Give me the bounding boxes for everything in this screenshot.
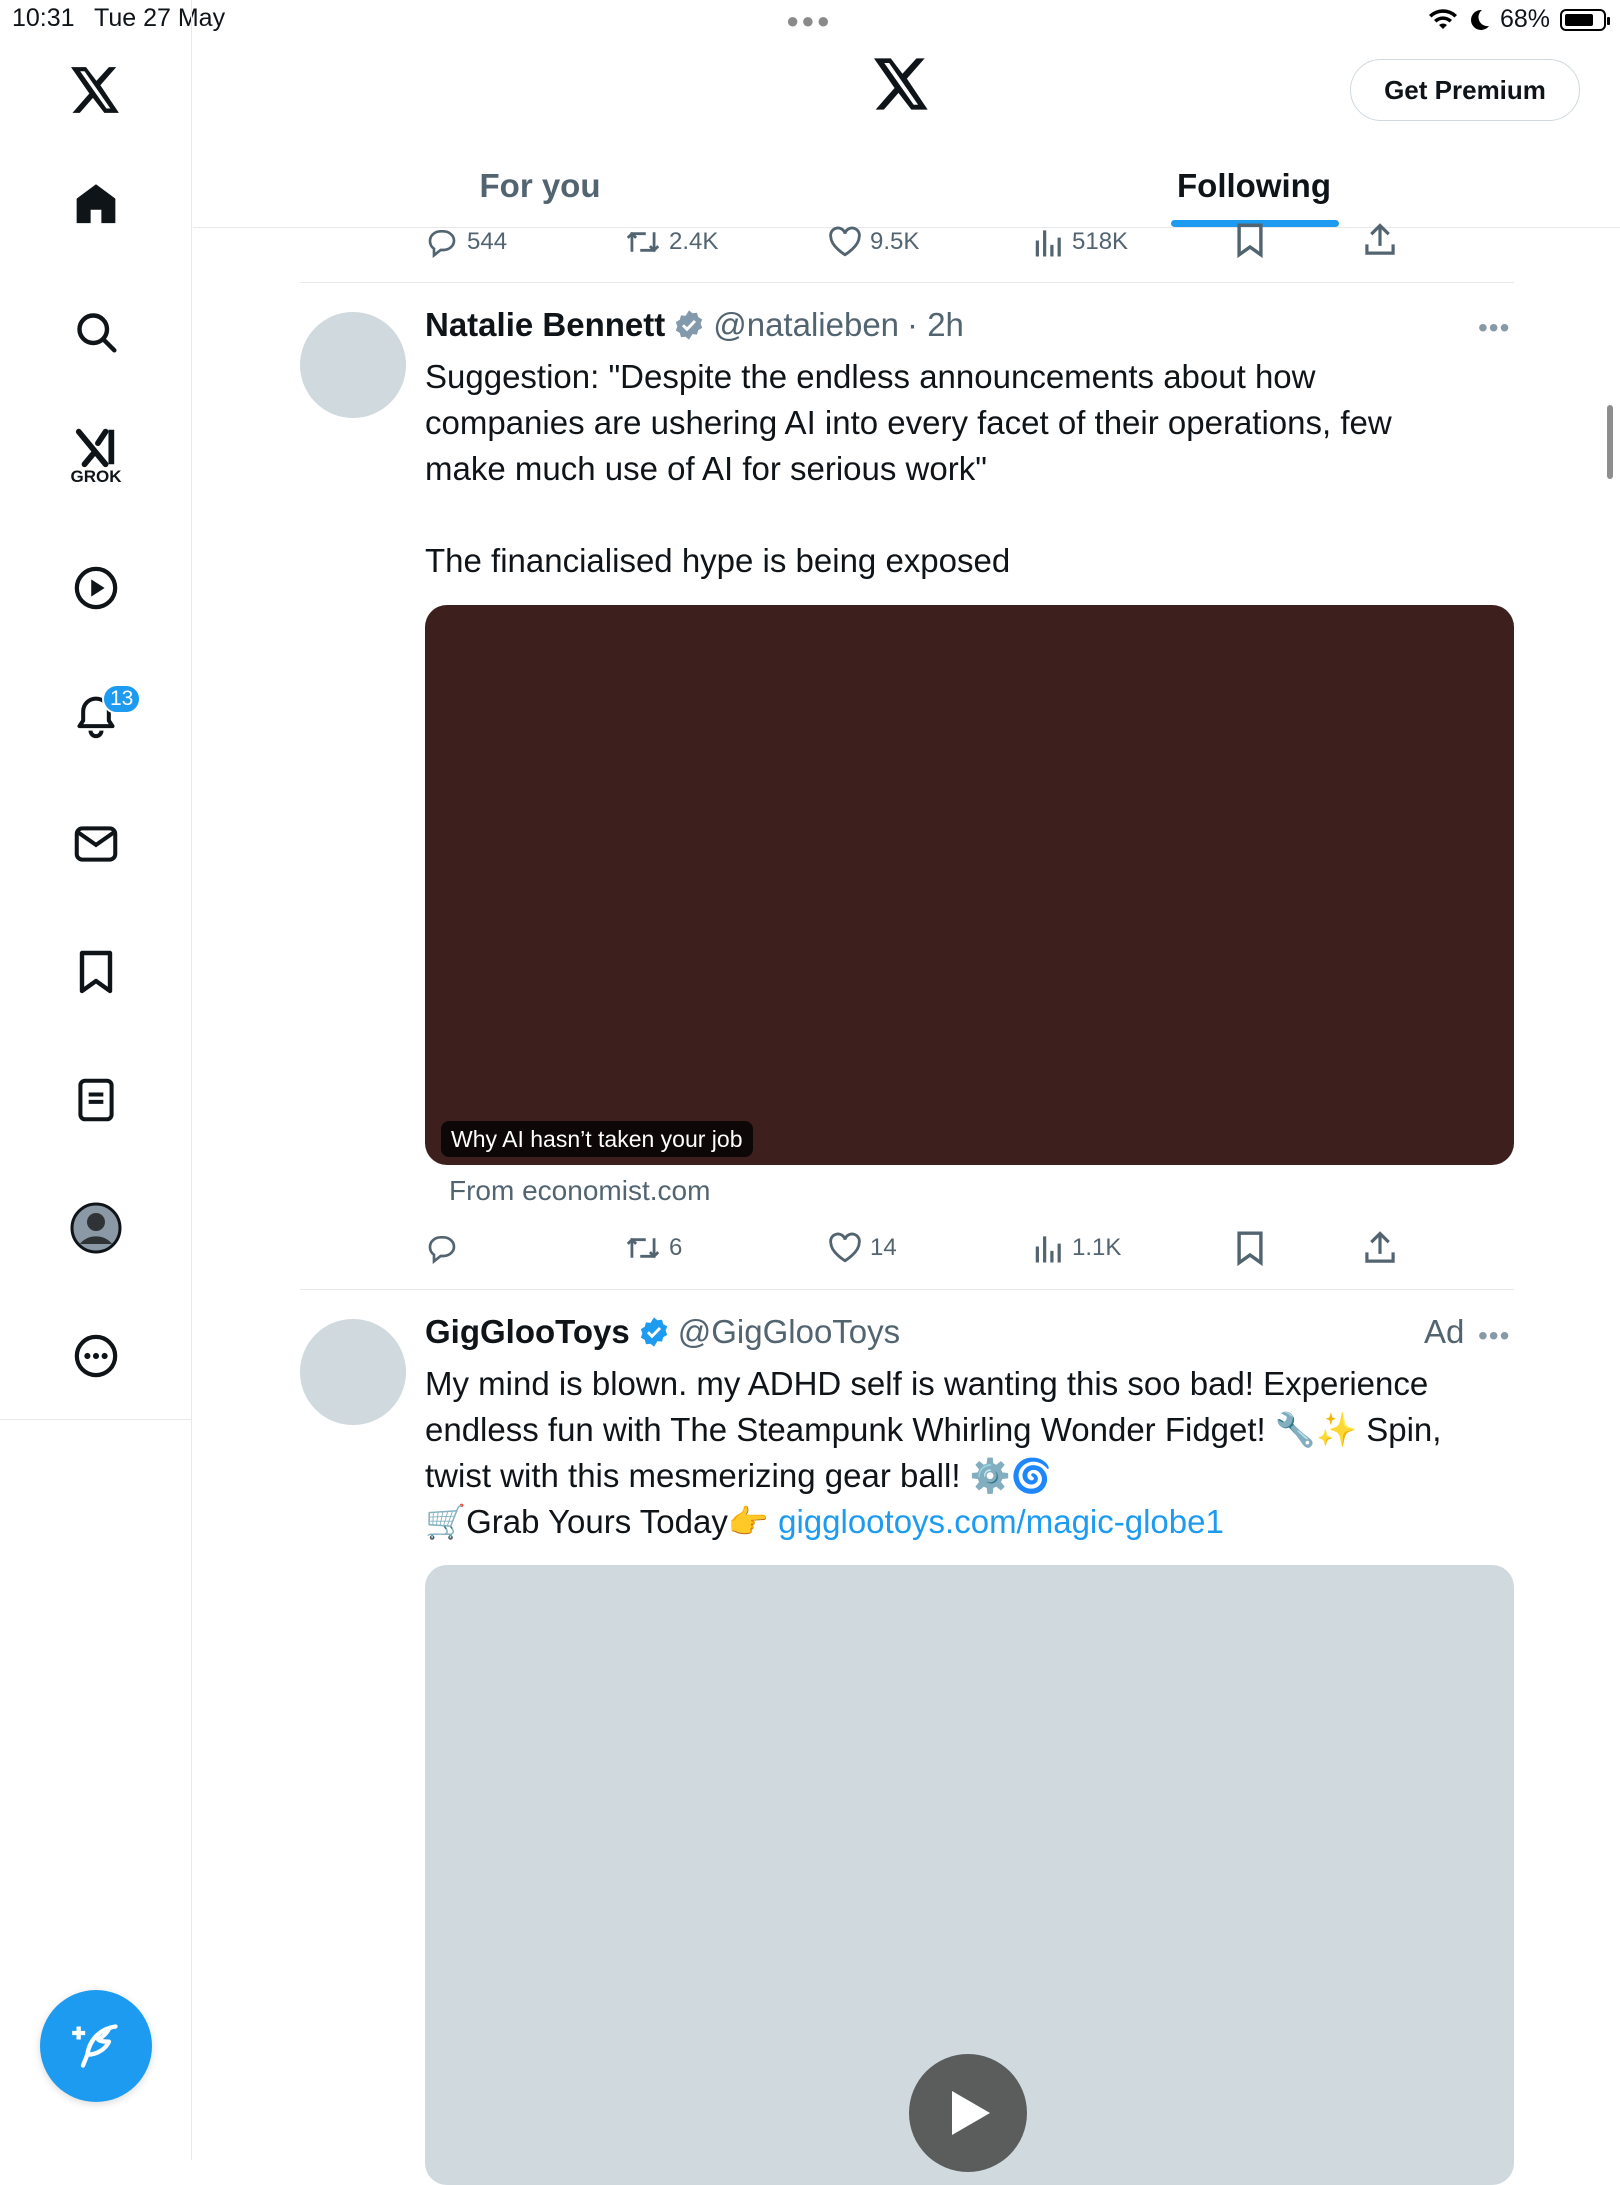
tab-following[interactable]: Following [1150, 158, 1358, 214]
tab-for-you[interactable]: For you [440, 158, 640, 214]
repost-icon [626, 1237, 660, 1259]
repost-count: 6 [669, 1234, 683, 1261]
like-count: 14 [870, 1234, 897, 1261]
sidebar-divider [0, 1419, 192, 1420]
verified-badge-icon [676, 310, 703, 340]
tweet-text-line: companies are ushering AI into every fac… [425, 404, 1392, 441]
bookmark-icon [1237, 223, 1263, 258]
x-logo-icon[interactable] [60, 54, 132, 126]
multitasking-dots-icon[interactable]: ●●● [786, 8, 832, 34]
repost-icon [626, 231, 660, 253]
heart-icon [829, 1232, 861, 1263]
share-icon [1365, 223, 1395, 255]
author-handle[interactable]: @GigGlooToys [678, 1313, 900, 1351]
more-options-icon[interactable] [60, 1320, 132, 1392]
header-x-logo-icon[interactable] [874, 58, 940, 124]
author-handle[interactable]: @natalieben [713, 306, 899, 344]
video-icon[interactable] [60, 552, 132, 624]
home-icon[interactable] [60, 168, 132, 240]
bookmark-button[interactable] [1236, 1230, 1264, 1266]
repost-button[interactable]: 2.4K [625, 226, 718, 258]
author-name[interactable]: GigGlooToys [425, 1313, 630, 1351]
sidebar: GROK 13 [0, 0, 192, 2160]
author-name[interactable]: Natalie Bennett [425, 306, 665, 344]
bookmark-button[interactable] [1236, 222, 1264, 258]
wifi-icon [1428, 8, 1457, 29]
grok-label: GROK [70, 467, 122, 486]
tweet-text: My mind is blown. my ADHD self is wantin… [425, 1361, 1525, 1545]
compose-feather-icon [72, 2024, 118, 2068]
tweet-text-line: endless fun with The Steampunk Whirling … [425, 1411, 1442, 1448]
verified-badge-icon [640, 1317, 667, 1347]
repost-button[interactable]: 6 [625, 1232, 682, 1264]
search-icon[interactable] [60, 296, 132, 368]
tweet-text-line: My mind is blown. my ADHD self is wantin… [425, 1365, 1429, 1402]
share-button[interactable] [1364, 1230, 1396, 1266]
tweet-text-line: Suggestion: "Despite the endless announc… [425, 358, 1316, 395]
share-icon [1365, 1231, 1395, 1263]
views-chart-icon [1035, 230, 1061, 257]
avatar[interactable] [300, 1319, 406, 1425]
link-card-caption: Why AI hasn’t taken your job [441, 1121, 753, 1157]
views-chart-icon [1035, 1236, 1061, 1263]
grok-icon [75, 428, 115, 468]
lists-icon[interactable] [60, 1064, 132, 1136]
like-button[interactable]: 9.5K [828, 226, 919, 258]
like-button[interactable]: 14 [828, 1232, 897, 1264]
like-count: 9.5K [870, 228, 920, 255]
repost-count: 2.4K [669, 228, 719, 255]
heart-icon [829, 226, 861, 257]
promo-link[interactable]: gigglootoys.com/magic-globe1 [778, 1503, 1224, 1540]
tweet-more-options-icon[interactable]: ••• [1478, 312, 1510, 344]
views-button[interactable]: 1.1K [1034, 1232, 1121, 1264]
messages-envelope-icon[interactable] [60, 808, 132, 880]
grok-nav[interactable]: GROK [60, 420, 132, 492]
reply-button[interactable] [425, 1232, 467, 1264]
tweet-time: · 2h [907, 306, 964, 343]
reply-count: 544 [467, 228, 508, 255]
moon-icon [1470, 9, 1489, 30]
avatar[interactable] [300, 312, 406, 418]
ad-label: Ad [1424, 1313, 1465, 1350]
bookmark-icon [1237, 1231, 1263, 1266]
profile-avatar-icon[interactable] [60, 1192, 132, 1264]
tweet-separator [300, 1289, 1514, 1290]
tweet-text-line: 🛒Grab Yours Today👉 gigglootoys.com/magic… [425, 1499, 1525, 1545]
tweet-text-line: The financialised hype is being exposed [425, 542, 1011, 579]
tweet-header: GigGlooToys @GigGlooToys [425, 1313, 900, 1351]
compose-post-button[interactable] [40, 1990, 152, 2102]
notifications-badge: 13 [102, 684, 142, 714]
tweet-more-options-icon[interactable]: ••• [1478, 1320, 1510, 1352]
reply-icon [428, 230, 456, 258]
tweet-separator [300, 282, 1514, 283]
link-card-image[interactable] [425, 605, 1514, 1165]
play-icon [952, 2091, 990, 2135]
reply-icon [428, 1236, 456, 1264]
views-button[interactable]: 518K [1034, 226, 1128, 258]
views-count: 518K [1072, 228, 1129, 255]
play-video-button[interactable] [909, 2054, 1027, 2172]
tweet-header: Natalie Bennett @natalieben · 2h [425, 306, 964, 344]
scrollbar[interactable] [1607, 405, 1613, 479]
tweet-text: Suggestion: "Despite the endless announc… [425, 354, 1515, 584]
get-premium-button[interactable]: Get Premium [1350, 59, 1580, 121]
reply-button[interactable]: 544 [425, 226, 507, 258]
tweet-text-line: twist with this mesmerizing gear ball! ⚙… [425, 1457, 1052, 1494]
battery-percent: 68% [1499, 5, 1550, 33]
views-count: 1.1K [1072, 1234, 1122, 1261]
tweet-text-segment: 🛒Grab Yours Today👉 [425, 1503, 779, 1540]
battery-icon [1560, 8, 1610, 31]
status-indicators: 68% [1428, 5, 1610, 34]
tweet-text-line: make much use of AI for serious work" [425, 450, 987, 487]
tweet-text-blank [425, 492, 1515, 538]
share-button[interactable] [1364, 222, 1396, 258]
link-card-source[interactable]: From economist.com [449, 1175, 710, 1207]
bookmarks-icon[interactable] [60, 936, 132, 1008]
